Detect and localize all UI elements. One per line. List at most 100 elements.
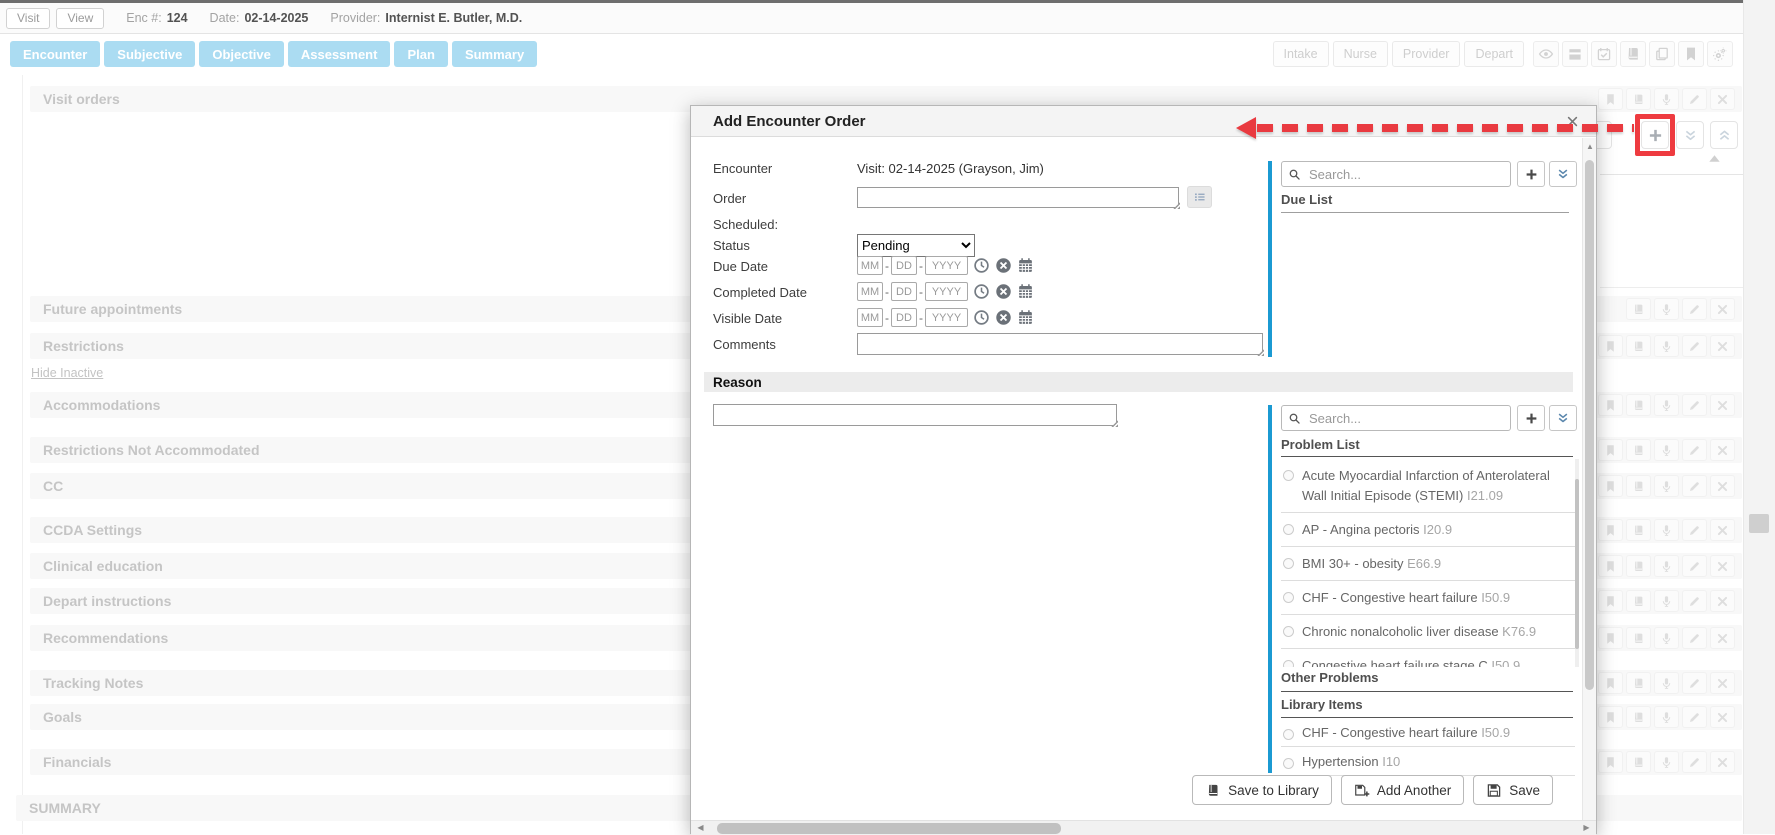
visible-date-mm-input[interactable]: MM xyxy=(857,308,883,327)
section-x-button[interactable] xyxy=(1710,706,1735,728)
save-to-library-button[interactable]: Save to Library xyxy=(1192,775,1332,805)
resize-handle[interactable] xyxy=(1110,419,1118,427)
section-pencil-button[interactable] xyxy=(1682,475,1707,497)
section-mic-button[interactable] xyxy=(1654,475,1679,497)
section-pencil-button[interactable] xyxy=(1682,672,1707,694)
reason-input[interactable] xyxy=(713,404,1117,426)
section-bookmark-button[interactable] xyxy=(1598,475,1623,497)
section-pencil-button[interactable] xyxy=(1682,298,1707,320)
problem-list-item[interactable]: Congestive heart failure stage C I50.9 xyxy=(1281,649,1575,667)
section-bookmark-button[interactable] xyxy=(1598,555,1623,577)
section-mic-button[interactable] xyxy=(1654,88,1679,110)
tab-assessment[interactable]: Assessment xyxy=(288,41,391,67)
section-mic-button[interactable] xyxy=(1654,298,1679,320)
section-book-button[interactable] xyxy=(1626,475,1651,497)
due-add-button[interactable] xyxy=(1517,161,1545,187)
section-bookmark-button[interactable] xyxy=(1598,751,1623,773)
collapse-all-button[interactable] xyxy=(1710,121,1738,149)
section-x-button[interactable] xyxy=(1710,394,1735,416)
completed-date-clear-button[interactable] xyxy=(994,283,1012,301)
dialog-vertical-scrollbar[interactable]: ▲ ▼ xyxy=(1582,138,1596,835)
section-pencil-button[interactable] xyxy=(1682,706,1707,728)
page-scrollbar-track[interactable] xyxy=(1743,0,1775,834)
view-button[interactable]: View xyxy=(56,8,104,29)
completed-date-clock-button[interactable] xyxy=(972,283,990,301)
section-book-button[interactable] xyxy=(1626,672,1651,694)
problem-list-item[interactable]: Acute Myocardial Infarction of Anterolat… xyxy=(1281,459,1575,513)
problem-list-item[interactable]: CHF - Congestive heart failure I50.9 xyxy=(1281,581,1575,615)
toolbar-archive-button[interactable] xyxy=(1562,41,1588,67)
stage-button-intake[interactable]: Intake xyxy=(1273,41,1329,67)
toolbar-copy-button[interactable] xyxy=(1649,41,1675,67)
section-bookmark-button[interactable] xyxy=(1598,439,1623,461)
section-book-button[interactable] xyxy=(1626,298,1651,320)
library-list-item[interactable]: Hypertension I10 xyxy=(1281,747,1575,776)
visible-date-calendar-button[interactable] xyxy=(1016,309,1034,327)
due-expand-button[interactable] xyxy=(1549,161,1577,187)
section-pencil-button[interactable] xyxy=(1682,519,1707,541)
due-date-mm-input[interactable]: MM xyxy=(857,256,883,275)
section-x-button[interactable] xyxy=(1710,298,1735,320)
section-x-button[interactable] xyxy=(1710,627,1735,649)
save-button[interactable]: Save xyxy=(1473,775,1553,805)
problem-list-item[interactable]: Chronic nonalcoholic liver disease K76.9 xyxy=(1281,615,1575,649)
problem-list-item[interactable]: AP - Angina pectoris I20.9 xyxy=(1281,513,1575,547)
section-x-button[interactable] xyxy=(1710,439,1735,461)
section-mic-button[interactable] xyxy=(1654,627,1679,649)
visible-date-clear-button[interactable] xyxy=(994,309,1012,327)
completed-date-dd-input[interactable]: DD xyxy=(891,282,917,301)
section-mic-button[interactable] xyxy=(1654,555,1679,577)
section-mic-button[interactable] xyxy=(1654,672,1679,694)
section-mic-button[interactable] xyxy=(1654,751,1679,773)
resize-handle[interactable] xyxy=(1256,348,1264,356)
page-scrollbar-thumb[interactable] xyxy=(1749,514,1769,533)
section-bookmark-button[interactable] xyxy=(1598,394,1623,416)
section-pencil-button[interactable] xyxy=(1682,394,1707,416)
toolbar-calendar-check-button[interactable] xyxy=(1591,41,1617,67)
section-bookmark-button[interactable] xyxy=(1598,706,1623,728)
problem-list-item[interactable]: BMI 30+ - obesity E66.9 xyxy=(1281,547,1575,581)
order-list-picker-button[interactable] xyxy=(1187,186,1212,208)
expand-all-button[interactable] xyxy=(1676,121,1704,149)
library-list-item[interactable]: CHF - Congestive heart failure I50.9 xyxy=(1281,718,1575,747)
tab-objective[interactable]: Objective xyxy=(199,41,284,67)
section-mic-button[interactable] xyxy=(1654,706,1679,728)
section-book-button[interactable] xyxy=(1626,706,1651,728)
scroll-up-arrow[interactable]: ▲ xyxy=(1583,140,1597,154)
stage-button-provider[interactable]: Provider xyxy=(1392,41,1461,67)
tab-plan[interactable]: Plan xyxy=(394,41,447,67)
section-book-button[interactable] xyxy=(1626,555,1651,577)
section-book-button[interactable] xyxy=(1626,519,1651,541)
section-book-button[interactable] xyxy=(1626,439,1651,461)
section-book-button[interactable] xyxy=(1626,627,1651,649)
dialog-hscroll-thumb[interactable] xyxy=(717,823,1061,834)
section-book-button[interactable] xyxy=(1626,751,1651,773)
stage-button-nurse[interactable]: Nurse xyxy=(1333,41,1388,67)
section-pencil-button[interactable] xyxy=(1682,335,1707,357)
comments-input[interactable] xyxy=(857,333,1263,355)
section-book-button[interactable] xyxy=(1626,394,1651,416)
section-x-button[interactable] xyxy=(1710,519,1735,541)
section-bookmark-button[interactable] xyxy=(1598,335,1623,357)
section-pencil-button[interactable] xyxy=(1682,439,1707,461)
visible-date-clock-button[interactable] xyxy=(972,309,990,327)
section-pencil-button[interactable] xyxy=(1682,555,1707,577)
section-x-button[interactable] xyxy=(1710,590,1735,612)
dialog-vscroll-thumb[interactable] xyxy=(1585,160,1594,690)
due-date-yyyy-input[interactable]: YYYY xyxy=(925,256,968,275)
problem-search-input[interactable] xyxy=(1307,410,1510,427)
section-bookmark-button[interactable] xyxy=(1598,590,1623,612)
add-another-button[interactable]: Add Another xyxy=(1341,775,1464,805)
section-x-button[interactable] xyxy=(1710,555,1735,577)
section-bookmark-button[interactable] xyxy=(1598,88,1623,110)
tab-encounter[interactable]: Encounter xyxy=(10,41,100,67)
toolbar-eye-button[interactable] xyxy=(1533,41,1559,67)
section-mic-button[interactable] xyxy=(1654,394,1679,416)
dialog-header[interactable]: Add Encounter Order xyxy=(691,106,1596,137)
section-pencil-button[interactable] xyxy=(1682,590,1707,612)
section-book-button[interactable] xyxy=(1626,590,1651,612)
due-date-calendar-button[interactable] xyxy=(1016,257,1034,275)
completed-date-mm-input[interactable]: MM xyxy=(857,282,883,301)
tab-subjective[interactable]: Subjective xyxy=(104,41,195,67)
section-mic-button[interactable] xyxy=(1654,439,1679,461)
